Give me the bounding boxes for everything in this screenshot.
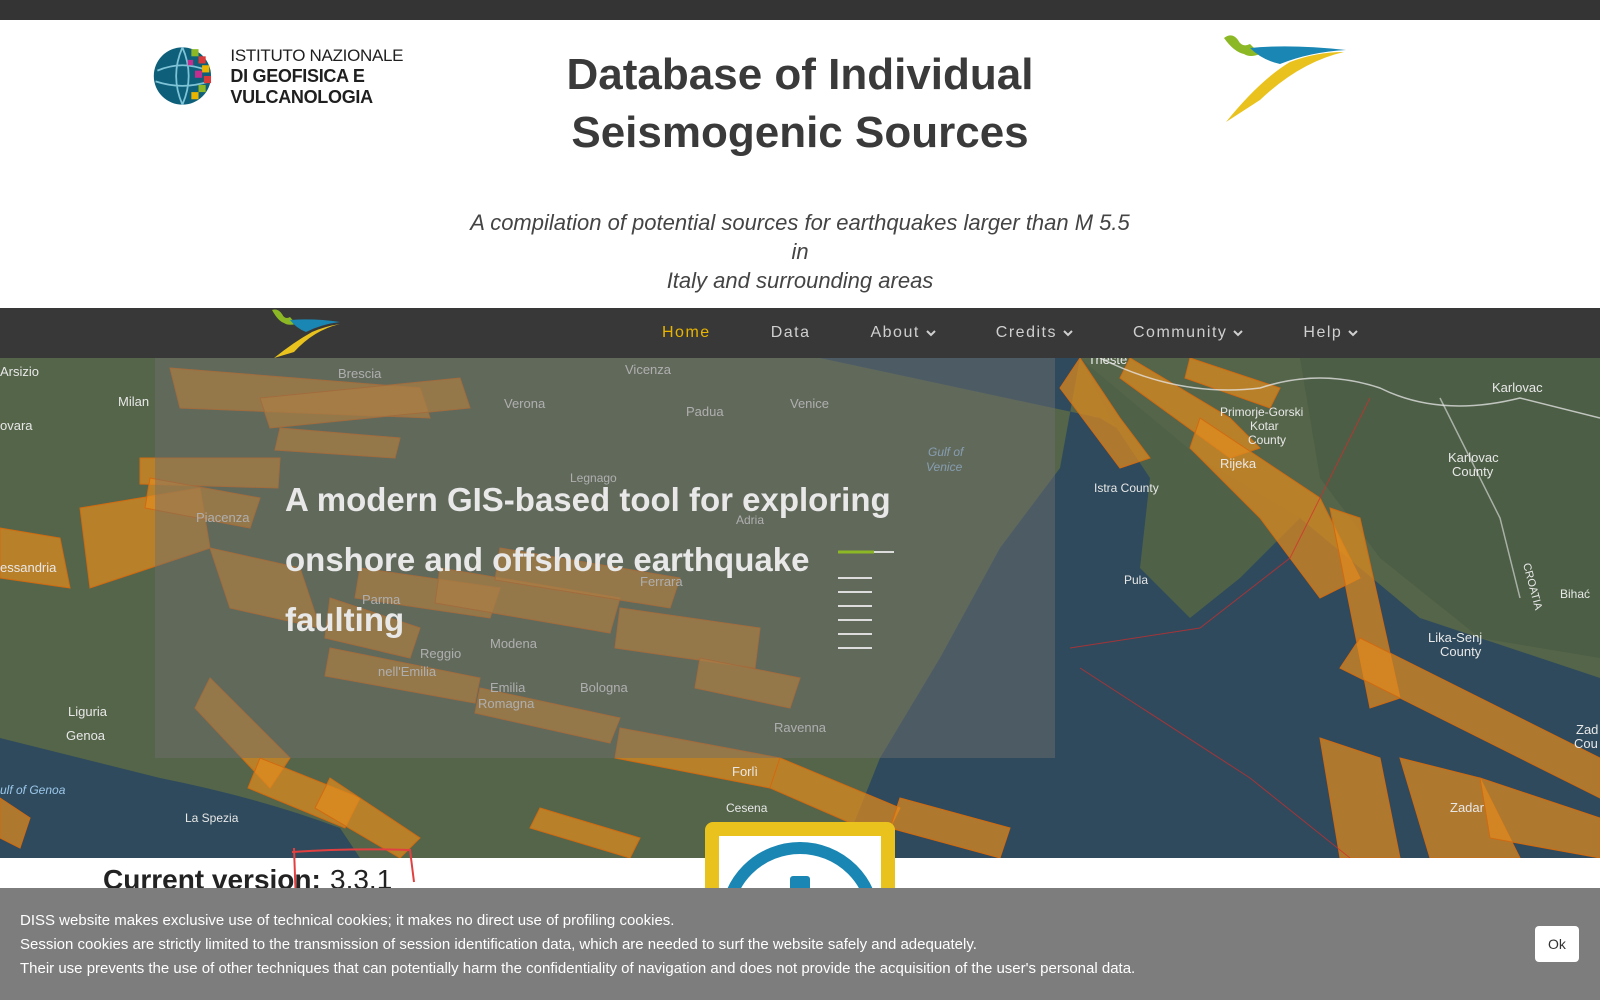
top-bar: [0, 0, 1600, 20]
nav-item-help[interactable]: Help: [1303, 324, 1359, 342]
nav-item-about[interactable]: About: [870, 324, 936, 342]
map-label: ovara: [0, 418, 33, 433]
map-label: Karlovac: [1492, 380, 1543, 395]
nav-item-label: Data: [770, 324, 811, 341]
cookie-banner: DISS website makes exclusive use of tech…: [0, 888, 1600, 1000]
nav-item-data[interactable]: Data: [771, 324, 811, 342]
cookie-text-line1: DISS website makes exclusive use of tech…: [20, 912, 675, 929]
map-label: Genoa: [66, 728, 106, 743]
main-navbar: Home Data About Credits Community Help: [0, 308, 1600, 358]
hero-map-banner: Arsizio Milan ovara Brescia Verona Vicen…: [0, 358, 1600, 858]
map-label: Rijeka: [1220, 456, 1257, 471]
decorative-lines-icon: [838, 550, 894, 649]
map-label: La Spezia: [185, 811, 239, 825]
map-label: Primorje-Gorski: [1220, 405, 1303, 419]
map-label: ulf of Genoa: [0, 783, 66, 797]
map-label: Karlovac: [1448, 450, 1499, 465]
map-label: County: [1248, 433, 1286, 447]
hero-headline-line2: onshore and offshore earthquake faulting: [285, 541, 810, 638]
nav-item-community[interactable]: Community: [1132, 324, 1244, 342]
map-label: essandria: [0, 560, 57, 575]
nav-item-label: Home: [662, 324, 711, 341]
page-tagline: A compilation of potential sources for e…: [460, 208, 1140, 295]
nav-menu: Home Data About Credits Community Help: [662, 308, 1418, 358]
map-label: Lika-Senj: [1428, 630, 1482, 645]
nav-item-label: About: [870, 324, 920, 341]
hero-headline: A modern GIS-based tool for exploring on…: [285, 470, 925, 650]
institute-name-line1: ISTITUTO NAZIONALE: [230, 45, 404, 65]
map-label: Trieste: [1088, 358, 1127, 367]
map-label: Zad: [1576, 722, 1598, 737]
tagline-line2: Italy and surrounding areas: [666, 268, 934, 293]
chevron-down-icon: [1063, 330, 1073, 337]
nav-item-label: Help: [1303, 324, 1343, 341]
map-label: Liguria: [68, 704, 108, 719]
map-label: Kotar: [1250, 419, 1279, 433]
cookie-text-line2: Session cookies are strictly limited to …: [20, 936, 977, 953]
ingv-logo[interactable]: ISTITUTO NAZIONALE DI GEOFISICA E VULCAN…: [152, 40, 482, 112]
nav-item-label: Community: [1132, 324, 1228, 341]
nav-item-credits[interactable]: Credits: [996, 324, 1073, 342]
map-label: Istra County: [1094, 481, 1159, 495]
map-label: County: [1440, 644, 1482, 659]
chevron-down-icon: [1233, 330, 1244, 337]
nav-item-label: Credits: [995, 324, 1057, 341]
chevron-down-icon: [926, 330, 936, 337]
site-header: ISTITUTO NAZIONALE DI GEOFISICA E VULCAN…: [0, 20, 1600, 308]
page-title-line1: Database of Individual: [566, 50, 1034, 99]
map-label: Forlì: [732, 764, 758, 779]
cookie-text-line3: Their use prevents the use of other tech…: [20, 960, 1136, 977]
map-label: Bihać: [1560, 587, 1590, 601]
diss-logo-icon[interactable]: [1220, 30, 1348, 122]
tagline-line1: A compilation of potential sources for e…: [470, 210, 1130, 264]
page-title-line2: Seismogenic Sources: [571, 108, 1029, 157]
map-label: Cesena: [726, 801, 768, 815]
institute-name-line2: DI GEOFISICA E VULCANOLOGIA: [230, 65, 373, 107]
map-label: County: [1452, 464, 1494, 479]
chevron-down-icon: [1348, 330, 1359, 337]
map-label: Zadar: [1450, 800, 1485, 815]
map-label: Cou: [1574, 736, 1598, 751]
ingv-globe-icon: [153, 47, 212, 105]
page-title: Database of Individual Seismogenic Sourc…: [530, 46, 1070, 162]
cookie-ok-button[interactable]: Ok: [1535, 926, 1579, 962]
map-label: Milan: [118, 394, 149, 409]
diss-nav-logo-icon[interactable]: [270, 308, 342, 358]
hero-headline-line1: A modern GIS-based tool for exploring: [285, 481, 891, 518]
nav-item-home[interactable]: Home: [662, 324, 711, 342]
map-label: Arsizio: [0, 364, 39, 379]
map-label: Pula: [1124, 573, 1148, 587]
